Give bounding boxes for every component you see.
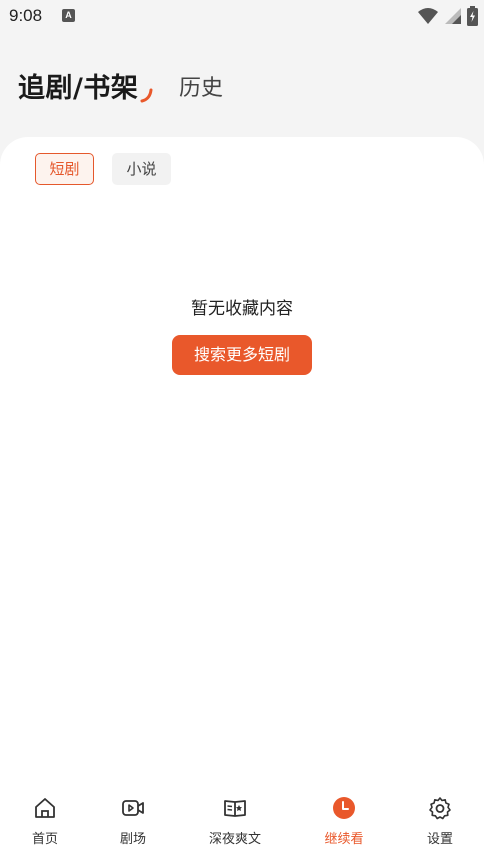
nav-label: 深夜爽文 [208, 832, 261, 847]
gear-icon [429, 797, 451, 820]
battery-icon [467, 6, 478, 26]
signal-icon [445, 8, 461, 24]
nav-label: 设置 [426, 832, 453, 847]
status-time: 9:08 [9, 6, 43, 25]
notification-icon: A [62, 9, 75, 22]
nav-label: 首页 [31, 832, 58, 847]
filter-chip-novel[interactable]: 小说 [112, 153, 171, 185]
tab-bookshelf[interactable]: 追剧/书架 [18, 66, 138, 105]
video-icon [122, 800, 144, 816]
nav-label: 继续看 [324, 832, 364, 847]
content-card: 短剧 小说 暂无收藏内容 搜索更多短剧 [0, 137, 484, 787]
nav-item-home[interactable]: 首页 [0, 793, 90, 853]
filter-chip-short-drama[interactable]: 短剧 [35, 153, 94, 185]
nav-item-continue-watching[interactable]: 继续看 [299, 793, 389, 853]
active-tab-indicator [140, 88, 153, 103]
clock-icon [333, 797, 355, 819]
bottom-nav: 首页 剧场 深夜爽文 继续看 设置 [0, 787, 484, 860]
header-tabs: 追剧/书架 历史 [0, 58, 484, 118]
system-icons [417, 6, 478, 26]
nav-item-theater[interactable]: 剧场 [88, 793, 178, 853]
wifi-icon [418, 8, 438, 24]
nav-item-late-night-novels[interactable]: 深夜爽文 [190, 793, 280, 853]
book-icon [224, 800, 246, 817]
nav-label: 剧场 [119, 832, 146, 847]
tab-history[interactable]: 历史 [179, 70, 223, 102]
empty-state-message: 暂无收藏内容 [191, 299, 293, 319]
search-more-button[interactable]: 搜索更多短剧 [172, 335, 312, 375]
nav-item-settings[interactable]: 设置 [395, 793, 484, 853]
status-bar: 9:08 A [0, 0, 484, 34]
home-icon [35, 798, 55, 818]
